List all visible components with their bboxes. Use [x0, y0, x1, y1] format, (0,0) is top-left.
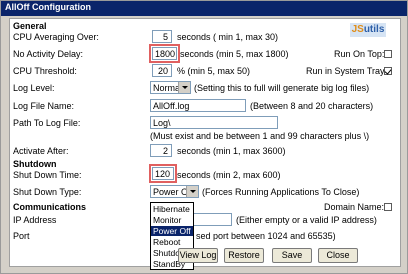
port-hint: sed port between 1024 and 65535)	[196, 231, 336, 241]
ip-address-label: IP Address	[13, 215, 57, 225]
restore-button[interactable]: Restore	[224, 248, 264, 263]
activate-after-hint: seconds (min 1, max 3600)	[177, 146, 286, 156]
settings-panel: JSutils General CPU Averaging Over: 5 se…	[9, 18, 401, 270]
cpu-averaging-hint: seconds ( min 1, max 30)	[177, 32, 279, 42]
shutdown-type-hint: (Forces Running Applications To Close)	[202, 187, 360, 197]
window-client-area: JSutils General CPU Averaging Over: 5 se…	[5, 16, 403, 270]
cpu-averaging-label: CPU Averaging Over:	[13, 32, 99, 42]
general-header: General	[13, 21, 47, 31]
jsutils-logo: JSutils	[350, 23, 386, 37]
path-to-log-input[interactable]: Log\	[150, 116, 278, 129]
cpu-threshold-label: CPU Threshold:	[13, 66, 77, 76]
communications-header: Communications	[13, 202, 87, 212]
run-on-top-label: Run On Top:	[334, 49, 385, 59]
chevron-down-icon	[186, 186, 198, 197]
log-level-label: Log Level:	[13, 83, 55, 93]
cpu-threshold-input[interactable]: 20	[152, 64, 172, 77]
run-in-tray-checkbox[interactable]	[384, 67, 392, 75]
shutdown-type-label: Shut Down Type:	[13, 187, 82, 197]
log-level-hint: (Setting this to full will generate big …	[194, 83, 370, 93]
dropdown-option[interactable]: Hibernate	[151, 204, 193, 214]
title-bar[interactable]: AllOff Configuration	[1, 1, 407, 16]
domain-name-label: Domain Name:	[324, 202, 385, 212]
activate-after-input[interactable]: 2	[150, 144, 172, 157]
config-window: AllOff Configuration JSutils General CPU…	[0, 0, 408, 274]
run-in-tray-label: Run in System Tray:	[306, 66, 388, 76]
window-title: AllOff Configuration	[5, 2, 91, 12]
save-button[interactable]: Save	[272, 248, 312, 263]
cpu-averaging-input[interactable]: 5	[152, 30, 172, 43]
log-file-name-label: Log File Name:	[13, 101, 75, 111]
shutdown-time-hint: seconds (min 2, max 600)	[177, 170, 281, 180]
no-activity-hint: seconds (min 5, max 1800)	[180, 49, 289, 59]
log-level-select[interactable]: Normal	[150, 81, 191, 94]
path-to-log-hint: (Must exist and be between 1 and 99 char…	[150, 131, 370, 141]
chevron-down-icon	[178, 82, 190, 93]
cpu-threshold-hint: % (min 5, max 50)	[177, 66, 251, 76]
path-to-log-label: Path To Log File:	[13, 118, 81, 128]
run-on-top-checkbox[interactable]	[384, 50, 392, 58]
log-file-name-input[interactable]: AllOff.log	[150, 99, 246, 112]
close-button[interactable]: Close	[318, 248, 358, 263]
shutdown-time-label: Shut Down Time:	[13, 170, 82, 180]
dropdown-option[interactable]: Monitor	[151, 215, 193, 225]
shutdown-type-select[interactable]: Power Off	[150, 185, 199, 198]
dropdown-option[interactable]: Power Off	[151, 226, 193, 236]
shutdown-time-input[interactable]: 120	[149, 164, 177, 183]
view-log-button[interactable]: View Log	[178, 248, 218, 263]
no-activity-input[interactable]: 1800	[149, 44, 180, 63]
no-activity-label: No Activity Delay:	[13, 49, 84, 59]
log-file-name-hint: (Between 8 and 20 characters)	[250, 101, 374, 111]
shutdown-header: Shutdown	[13, 159, 57, 169]
port-label: Port	[13, 231, 30, 241]
domain-name-checkbox[interactable]	[384, 203, 392, 211]
ip-address-hint: (Either empty or a valid IP address)	[236, 215, 377, 225]
activate-after-label: Activate After:	[13, 146, 69, 156]
dropdown-option[interactable]: Reboot	[151, 237, 193, 247]
